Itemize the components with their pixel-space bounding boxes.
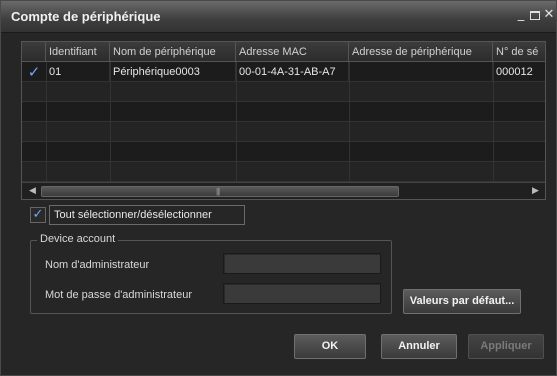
select-all-checkbox[interactable]: ✓ [30, 207, 46, 223]
grip-icon: ||| [216, 187, 220, 196]
scroll-left-icon[interactable]: ◀ [26, 185, 39, 198]
empty-row [22, 142, 545, 162]
admin-name-label: Nom d'administrateur [45, 259, 150, 271]
header-device-address[interactable]: Adresse de périphérique [349, 42, 493, 62]
row-device-name: Périphérique0003 [110, 62, 236, 82]
header-serial[interactable]: N° de sé [493, 42, 545, 62]
header-check-column [22, 42, 46, 62]
column-divider [236, 62, 237, 182]
select-all-label[interactable]: Tout sélectionner/désélectionner [49, 205, 245, 225]
header-mac-address[interactable]: Adresse MAC [236, 42, 349, 62]
table-row[interactable]: ✓ 01 Périphérique0003 00-01-4A-31-AB-A7 … [22, 62, 545, 82]
group-title: Device account [37, 233, 119, 245]
admin-password-field[interactable] [223, 283, 381, 304]
header-device-name[interactable]: Nom de périphérique [110, 42, 236, 62]
dialog-title: Compte de périphérique [11, 9, 161, 24]
row-checkbox[interactable]: ✓ [26, 64, 42, 80]
close-icon[interactable]: ✕ [542, 7, 556, 23]
row-id: 01 [46, 62, 110, 82]
scroll-right-icon[interactable]: ▶ [529, 185, 542, 198]
row-device-address [349, 62, 493, 82]
column-divider [46, 62, 47, 182]
horizontal-scrollbar[interactable]: ◀ ||| ▶ [22, 182, 545, 199]
defaults-button[interactable]: Valeurs par défaut... [403, 289, 521, 314]
row-mac-address: 00-01-4A-31-AB-A7 [236, 62, 349, 82]
title-bar[interactable]: Compte de périphérique _ ✕ [1, 1, 556, 33]
column-divider [493, 62, 494, 182]
admin-name-field[interactable] [223, 253, 381, 274]
cancel-button[interactable]: Annuler [381, 334, 457, 359]
device-table: Identifiant Nom de périphérique Adresse … [21, 41, 546, 200]
admin-password-label: Mot de passe d'administrateur [45, 289, 193, 301]
empty-row [22, 122, 545, 142]
row-serial: 000012 [496, 66, 533, 78]
scroll-thumb[interactable]: ||| [41, 186, 399, 197]
column-divider [110, 62, 111, 182]
device-account-dialog: Compte de périphérique _ ✕ Identifiant N… [0, 0, 557, 376]
column-divider [349, 62, 350, 182]
apply-button[interactable]: Appliquer [468, 334, 544, 359]
empty-row [22, 162, 545, 182]
empty-row [22, 102, 545, 122]
maximize-icon[interactable] [528, 7, 542, 23]
header-identifiant[interactable]: Identifiant [46, 42, 110, 62]
table-header: Identifiant Nom de périphérique Adresse … [22, 42, 545, 62]
ok-button[interactable]: OK [294, 334, 366, 359]
minimize-icon[interactable]: _ [514, 7, 528, 23]
empty-row [22, 82, 545, 102]
